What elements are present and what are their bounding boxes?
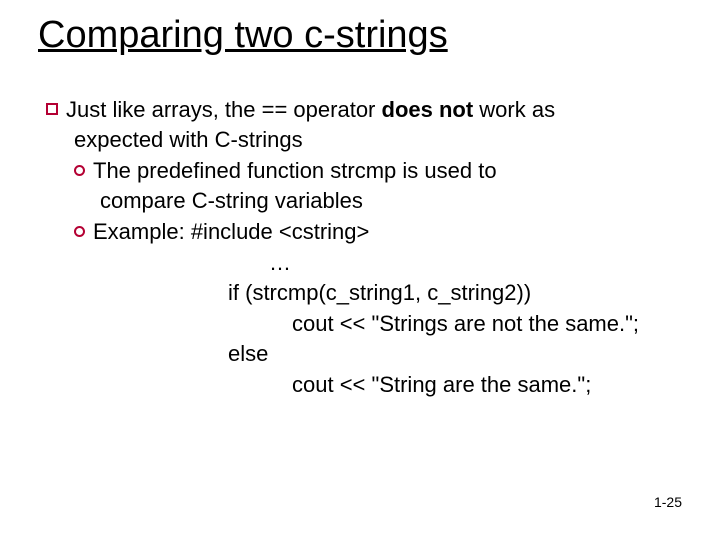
slide-title: Comparing two c-strings — [38, 14, 690, 58]
code-line-else: else — [46, 340, 686, 369]
subbullet-line-1-cont: compare C-string variables — [46, 187, 686, 216]
code-line-if: if (strcmp(c_string1, c_string2)) — [46, 279, 686, 308]
text: work as — [473, 97, 555, 122]
slide-body: Just like arrays, the == operator does n… — [38, 96, 690, 400]
text: Just like arrays, the == operator — [66, 97, 382, 122]
subbullet-line-1: The predefined function strcmp is used t… — [46, 157, 686, 186]
bullet-line-1: Just like arrays, the == operator does n… — [46, 96, 686, 125]
circle-bullet-icon — [74, 226, 85, 237]
code-line-ellipsis: … — [46, 249, 686, 278]
bullet-line-1-cont: expected with C-strings — [46, 126, 686, 155]
slide: Comparing two c-strings Just like arrays… — [0, 0, 720, 540]
text: The predefined function strcmp is used t… — [93, 158, 497, 183]
slide-number: 1-25 — [654, 494, 682, 510]
subbullet-line-2: Example: #include <cstring> — [46, 218, 686, 247]
text: Example: #include <cstring> — [93, 219, 369, 244]
circle-bullet-icon — [74, 165, 85, 176]
code-line-cout1: cout << "Strings are not the same."; — [46, 310, 686, 339]
text-bold: does not — [382, 97, 474, 122]
square-bullet-icon — [46, 103, 58, 115]
code-line-cout2: cout << "String are the same."; — [46, 371, 686, 400]
